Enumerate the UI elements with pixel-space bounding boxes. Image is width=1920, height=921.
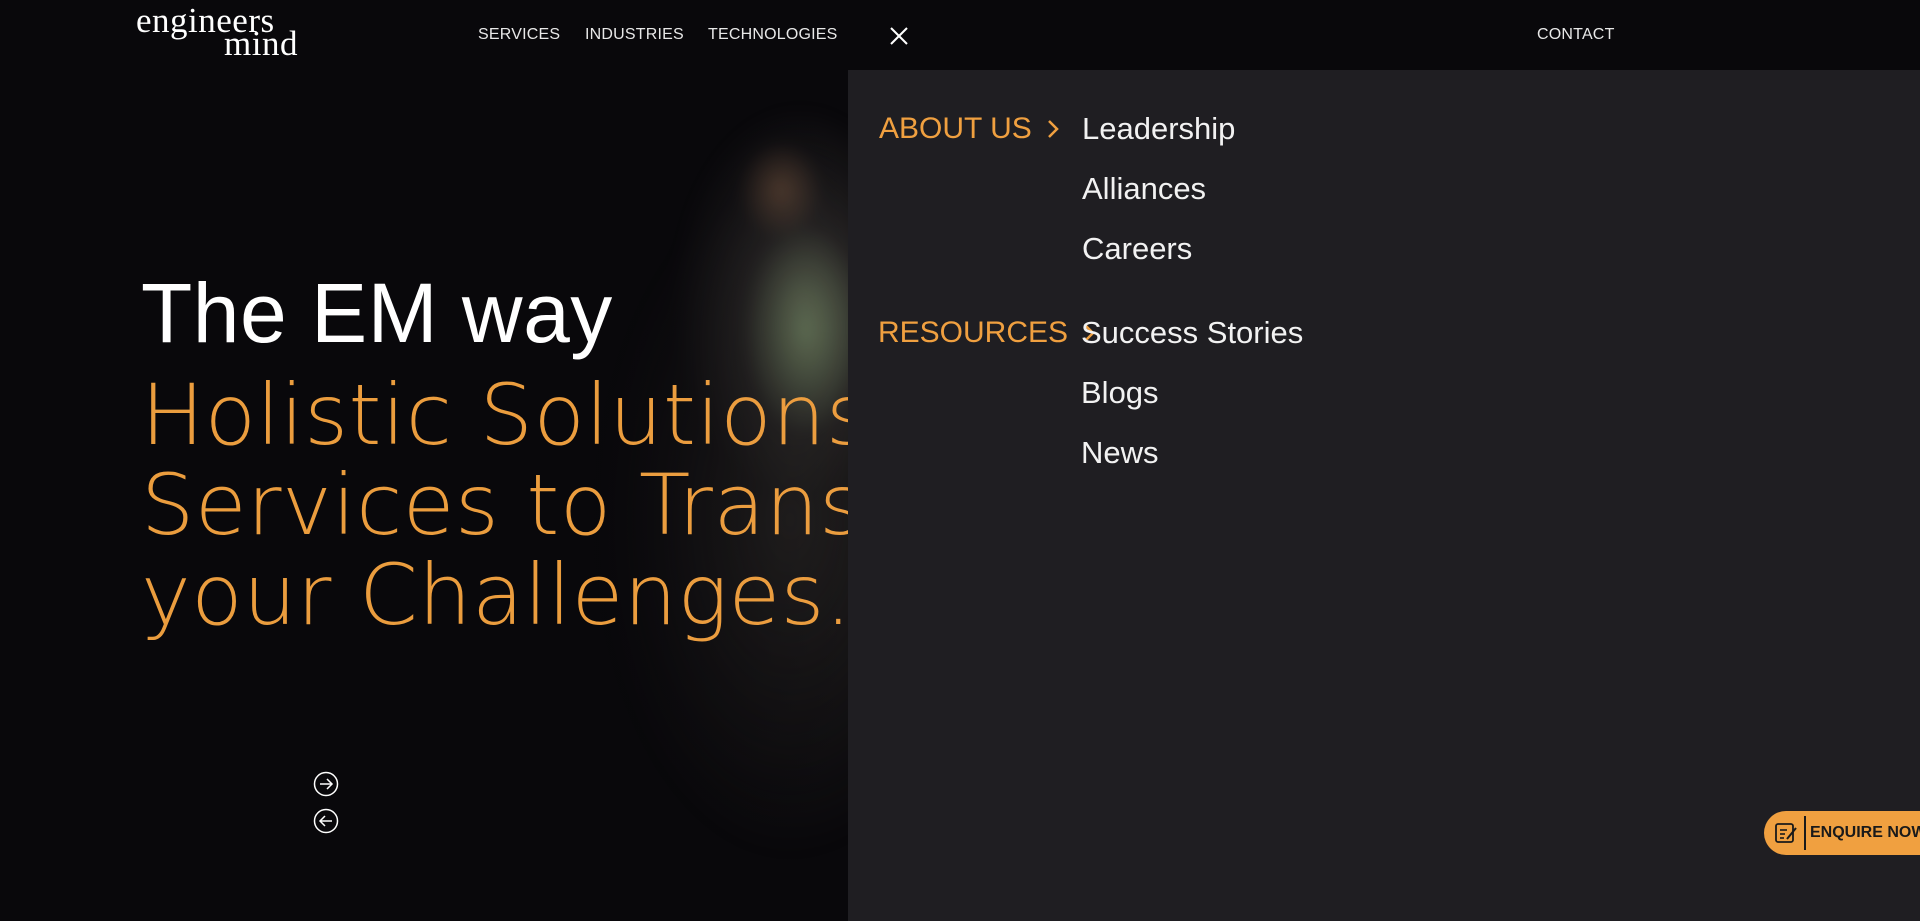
nav-services[interactable]: SERVICES	[478, 26, 560, 44]
menu-category-label: RESOURCES	[878, 316, 1069, 349]
menu-item-news[interactable]: News	[1081, 435, 1159, 471]
enquire-divider	[1804, 816, 1806, 850]
hero-subtitle-line: Holistic Solutions and	[141, 370, 848, 464]
close-menu-button[interactable]	[886, 23, 912, 49]
nav-contact[interactable]: CONTACT	[1537, 26, 1615, 44]
hero-subtitle: Holistic Solutions and Services to Trans…	[141, 370, 848, 650]
brand-logo[interactable]: engineers mind	[136, 3, 316, 63]
menu-item-leadership[interactable]: Leadership	[1082, 111, 1235, 147]
enquire-now-label: ENQUIRE NOW	[1810, 824, 1920, 841]
hero-subtitle-line: your Challenges.	[141, 546, 848, 644]
menu-item-careers[interactable]: Careers	[1082, 231, 1192, 267]
hero-title: The EM way	[141, 266, 613, 360]
menu-category-about-us[interactable]: ABOUT US	[879, 112, 1060, 146]
menu-item-success-stories[interactable]: Success Stories	[1081, 315, 1303, 351]
close-icon	[890, 27, 908, 45]
chevron-right-icon	[1047, 120, 1059, 138]
slider-next-button[interactable]	[313, 771, 339, 797]
mega-menu-panel: ABOUT US Leadership Alliances Careers RE…	[848, 70, 1920, 921]
slider-prev-button[interactable]	[313, 808, 339, 834]
nav-industries[interactable]: INDUSTRIES	[585, 26, 684, 44]
menu-item-blogs[interactable]: Blogs	[1081, 375, 1159, 411]
hero-subtitle-line: Services to Transform	[141, 456, 848, 554]
nav-technologies[interactable]: TECHNOLOGIES	[708, 26, 838, 44]
enquire-now-button[interactable]: ENQUIRE NOW	[1764, 811, 1920, 855]
menu-category-label: ABOUT US	[879, 112, 1032, 145]
arrow-right-circle-icon	[313, 771, 339, 797]
menu-category-resources[interactable]: RESOURCES	[878, 316, 1096, 350]
menu-item-alliances[interactable]: Alliances	[1082, 171, 1206, 207]
arrow-left-circle-icon	[313, 808, 339, 834]
logo-line-2: mind	[224, 24, 298, 63]
site-header: engineers mind SERVICES INDUSTRIES TECHN…	[0, 0, 1920, 70]
form-edit-icon	[1775, 823, 1797, 843]
